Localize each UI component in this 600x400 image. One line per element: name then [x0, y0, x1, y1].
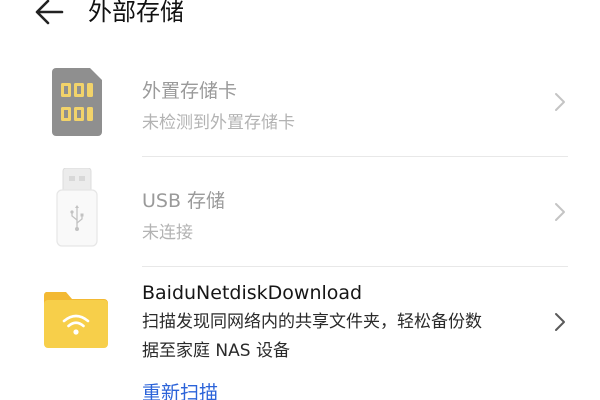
- divider: [142, 156, 568, 157]
- network-folder-icon: [43, 292, 109, 348]
- chevron-right-icon: [555, 313, 565, 331]
- storage-item-usb[interactable]: USB 存储 未连接: [0, 166, 600, 266]
- storage-item-network-share[interactable]: BaiduNetdiskDownload 扫描发现同网络内的共享文件夹，轻松备份…: [0, 270, 600, 370]
- arrow-left-icon[interactable]: [30, 0, 70, 28]
- chevron-right-icon: [555, 203, 565, 221]
- item-subtitle: 未连接: [142, 223, 193, 243]
- item-title: USB 存储: [142, 190, 226, 212]
- item-subtitle-line-1: 扫描发现同网络内的共享文件夹，轻松备份数: [142, 312, 482, 332]
- external-storage-screen: 外部存储 外置存储卡 未检测到外置存储卡 USB 存储 未连接 BaiduNet…: [0, 0, 600, 400]
- top-app-bar: 外部存储: [0, 0, 600, 30]
- storage-item-sd-card[interactable]: 外置存储卡 未检测到外置存储卡: [0, 60, 600, 156]
- usb-drive-icon: [56, 168, 98, 247]
- sim-card-icon: [52, 68, 102, 136]
- item-subtitle-line-2: 据至家庭 NAS 设备: [142, 341, 290, 361]
- page-title: 外部存储: [88, 0, 184, 26]
- divider: [142, 266, 568, 267]
- chevron-right-icon: [555, 93, 565, 111]
- rescan-button[interactable]: 重新扫描: [142, 378, 218, 400]
- item-title: BaiduNetdiskDownload: [142, 282, 363, 304]
- item-title: 外置存储卡: [142, 80, 238, 102]
- item-subtitle: 未检测到外置存储卡: [142, 113, 295, 133]
